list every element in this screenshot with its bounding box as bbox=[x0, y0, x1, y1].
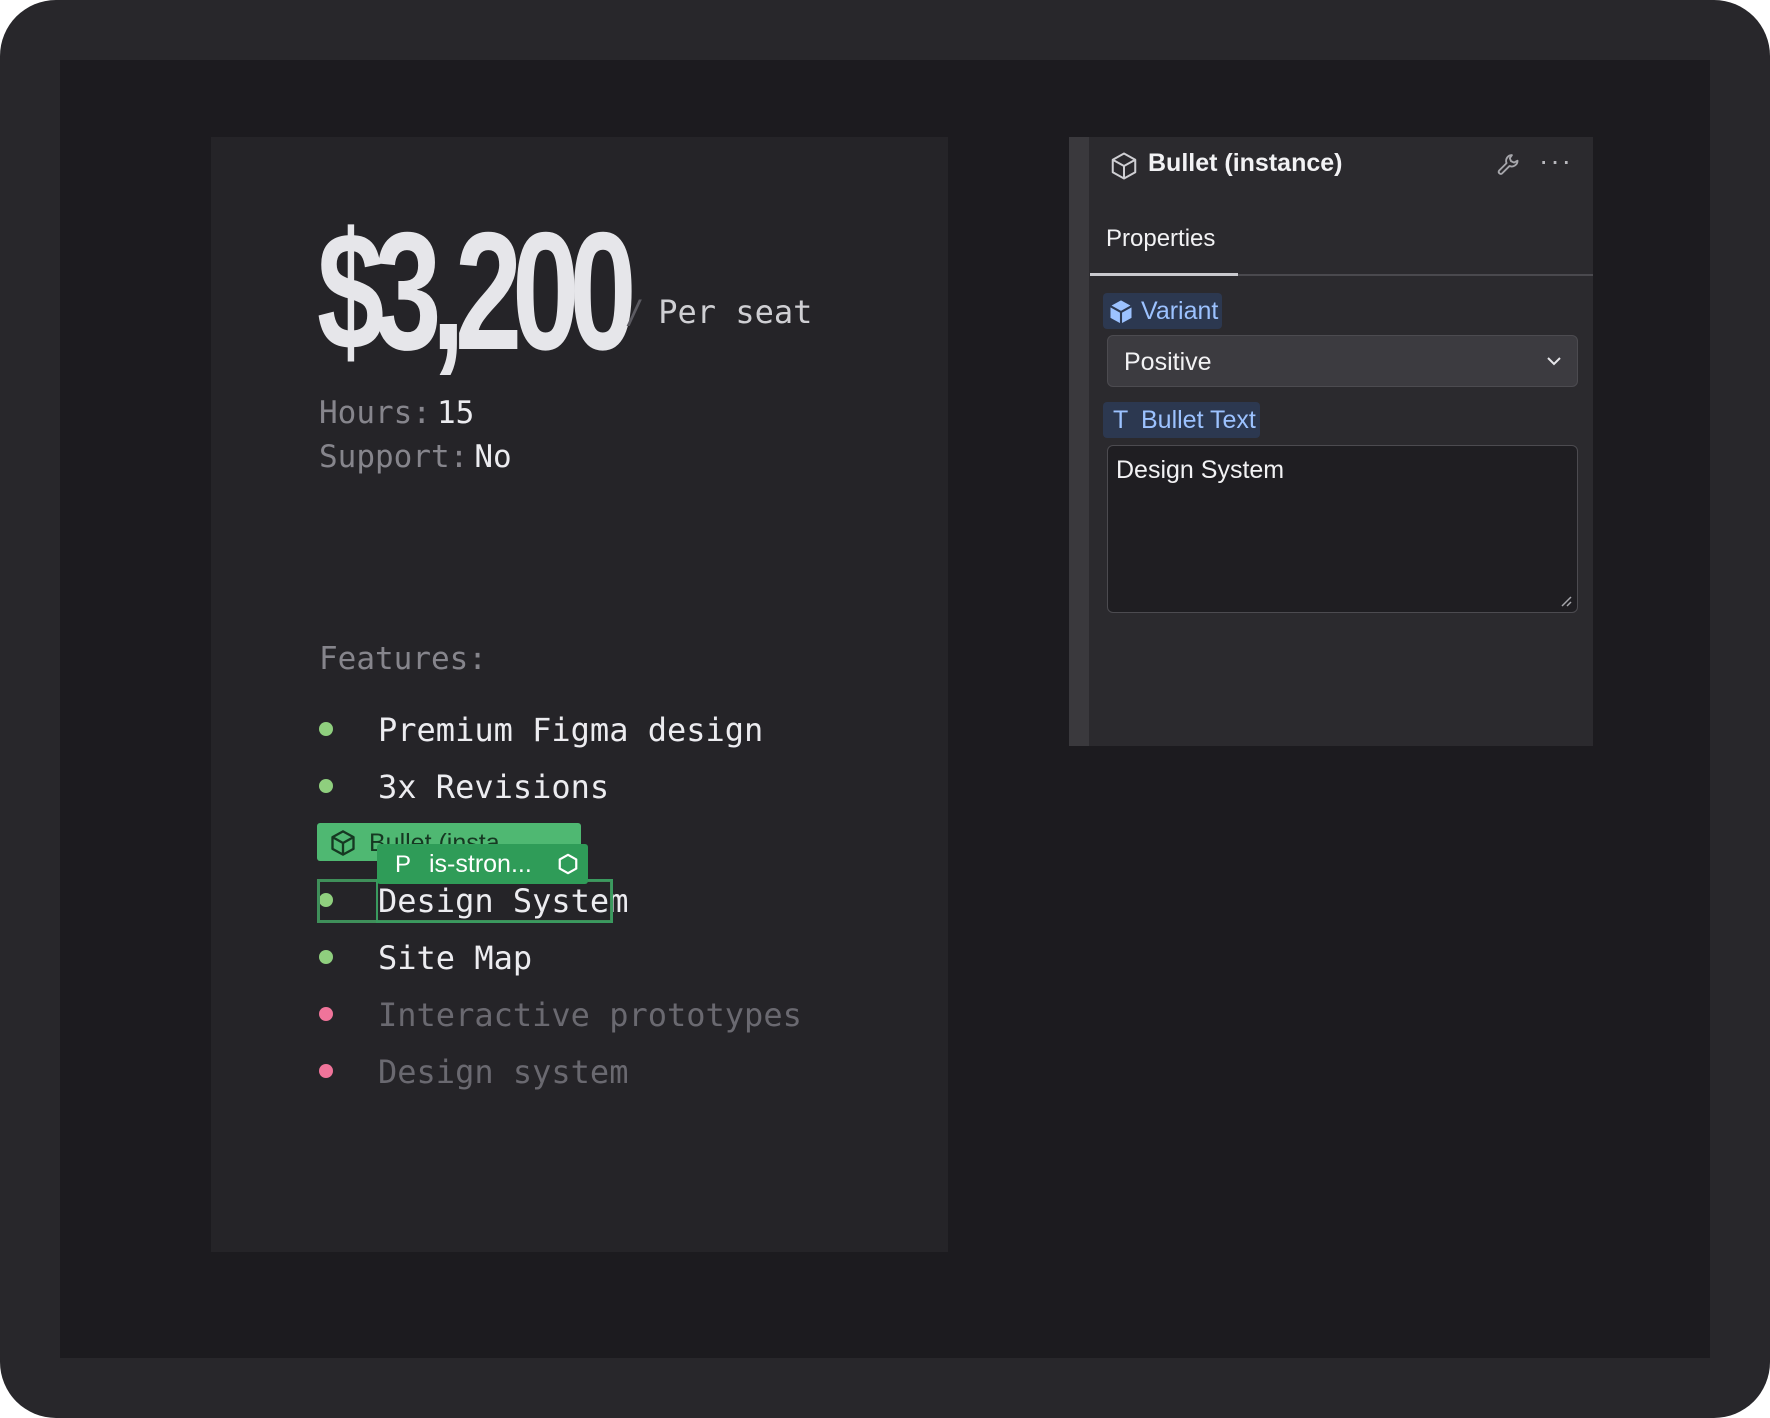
feature-bullet[interactable]: Premium Figma design bbox=[319, 703, 839, 759]
tab-properties[interactable]: Properties bbox=[1106, 225, 1215, 253]
chevron-down-icon bbox=[1547, 357, 1561, 366]
feature-bullet[interactable]: Design system bbox=[319, 1045, 839, 1101]
feature-text: Interactive prototypes bbox=[378, 996, 802, 1034]
feature-bullet[interactable]: Interactive prototypes bbox=[319, 988, 839, 1044]
hexagon-icon bbox=[558, 853, 578, 875]
bullet-text-label-text: Bullet Text bbox=[1141, 406, 1256, 434]
component-cube-icon bbox=[331, 830, 355, 856]
panel-title: Bullet (instance) bbox=[1148, 149, 1343, 177]
device-frame: $3,200 / Per seat Hours: 15 Support: No Fea… bbox=[0, 0, 1770, 1418]
panel-resize-rail[interactable] bbox=[1069, 137, 1089, 746]
resize-handle-icon[interactable] bbox=[1559, 594, 1573, 608]
wrench-icon[interactable] bbox=[1495, 151, 1523, 179]
hours-row: Hours: 15 bbox=[319, 395, 474, 431]
more-options-icon[interactable]: ··· bbox=[1539, 145, 1573, 177]
text-selection-outline bbox=[376, 879, 613, 923]
feature-text: 3x Revisions bbox=[378, 768, 610, 806]
bullet-text-label: T Bullet Text bbox=[1103, 402, 1260, 438]
bullet-dot-icon bbox=[319, 779, 333, 793]
component-cube-icon bbox=[1111, 152, 1137, 180]
support-value: No bbox=[474, 439, 512, 475]
variant-label-text: Variant bbox=[1141, 297, 1219, 325]
bullet-dot-icon bbox=[319, 722, 333, 736]
pricing-card[interactable]: $3,200 / Per seat Hours: 15 Support: No Fea… bbox=[211, 137, 948, 1252]
property-letter: P bbox=[395, 851, 412, 878]
hours-value: 15 bbox=[436, 395, 475, 431]
variant-cube-icon bbox=[1109, 300, 1133, 324]
hours-key: Hours: bbox=[319, 395, 431, 431]
bullet-text-input[interactable]: Design System bbox=[1107, 445, 1578, 613]
bullet-text-value: Design System bbox=[1116, 456, 1285, 484]
property-tag-label: is-stron... bbox=[429, 850, 532, 878]
feature-bullet[interactable]: 3x Revisions bbox=[319, 760, 839, 816]
price-unit: / Per seat bbox=[625, 293, 812, 331]
feature-bullet[interactable]: Site Map bbox=[319, 931, 839, 987]
variant-select-value: Positive bbox=[1124, 348, 1212, 376]
support-key: Support: bbox=[319, 439, 469, 475]
text-type-icon: T bbox=[1113, 406, 1129, 434]
support-row: Support: No bbox=[319, 439, 512, 475]
variant-select[interactable]: Positive bbox=[1107, 335, 1578, 387]
features-heading: Features: bbox=[319, 641, 487, 677]
price-separator: / bbox=[625, 293, 645, 331]
feature-text: Site Map bbox=[378, 939, 533, 977]
bullet-dot-icon bbox=[319, 950, 333, 964]
bullet-dot-icon bbox=[319, 1007, 333, 1021]
feature-text: Premium Figma design bbox=[378, 711, 764, 749]
property-tag[interactable]: P is-stron... bbox=[377, 844, 588, 884]
tab-active-indicator bbox=[1090, 273, 1238, 276]
feature-text: Design system bbox=[378, 1053, 629, 1091]
bullet-dot-icon bbox=[319, 1064, 333, 1078]
variant-label: Variant bbox=[1103, 293, 1222, 329]
price-amount: $3,200 bbox=[317, 197, 637, 385]
properties-panel: Bullet (instance) ··· Properties Variant… bbox=[1069, 137, 1593, 746]
price-unit-label: Per seat bbox=[658, 293, 813, 331]
